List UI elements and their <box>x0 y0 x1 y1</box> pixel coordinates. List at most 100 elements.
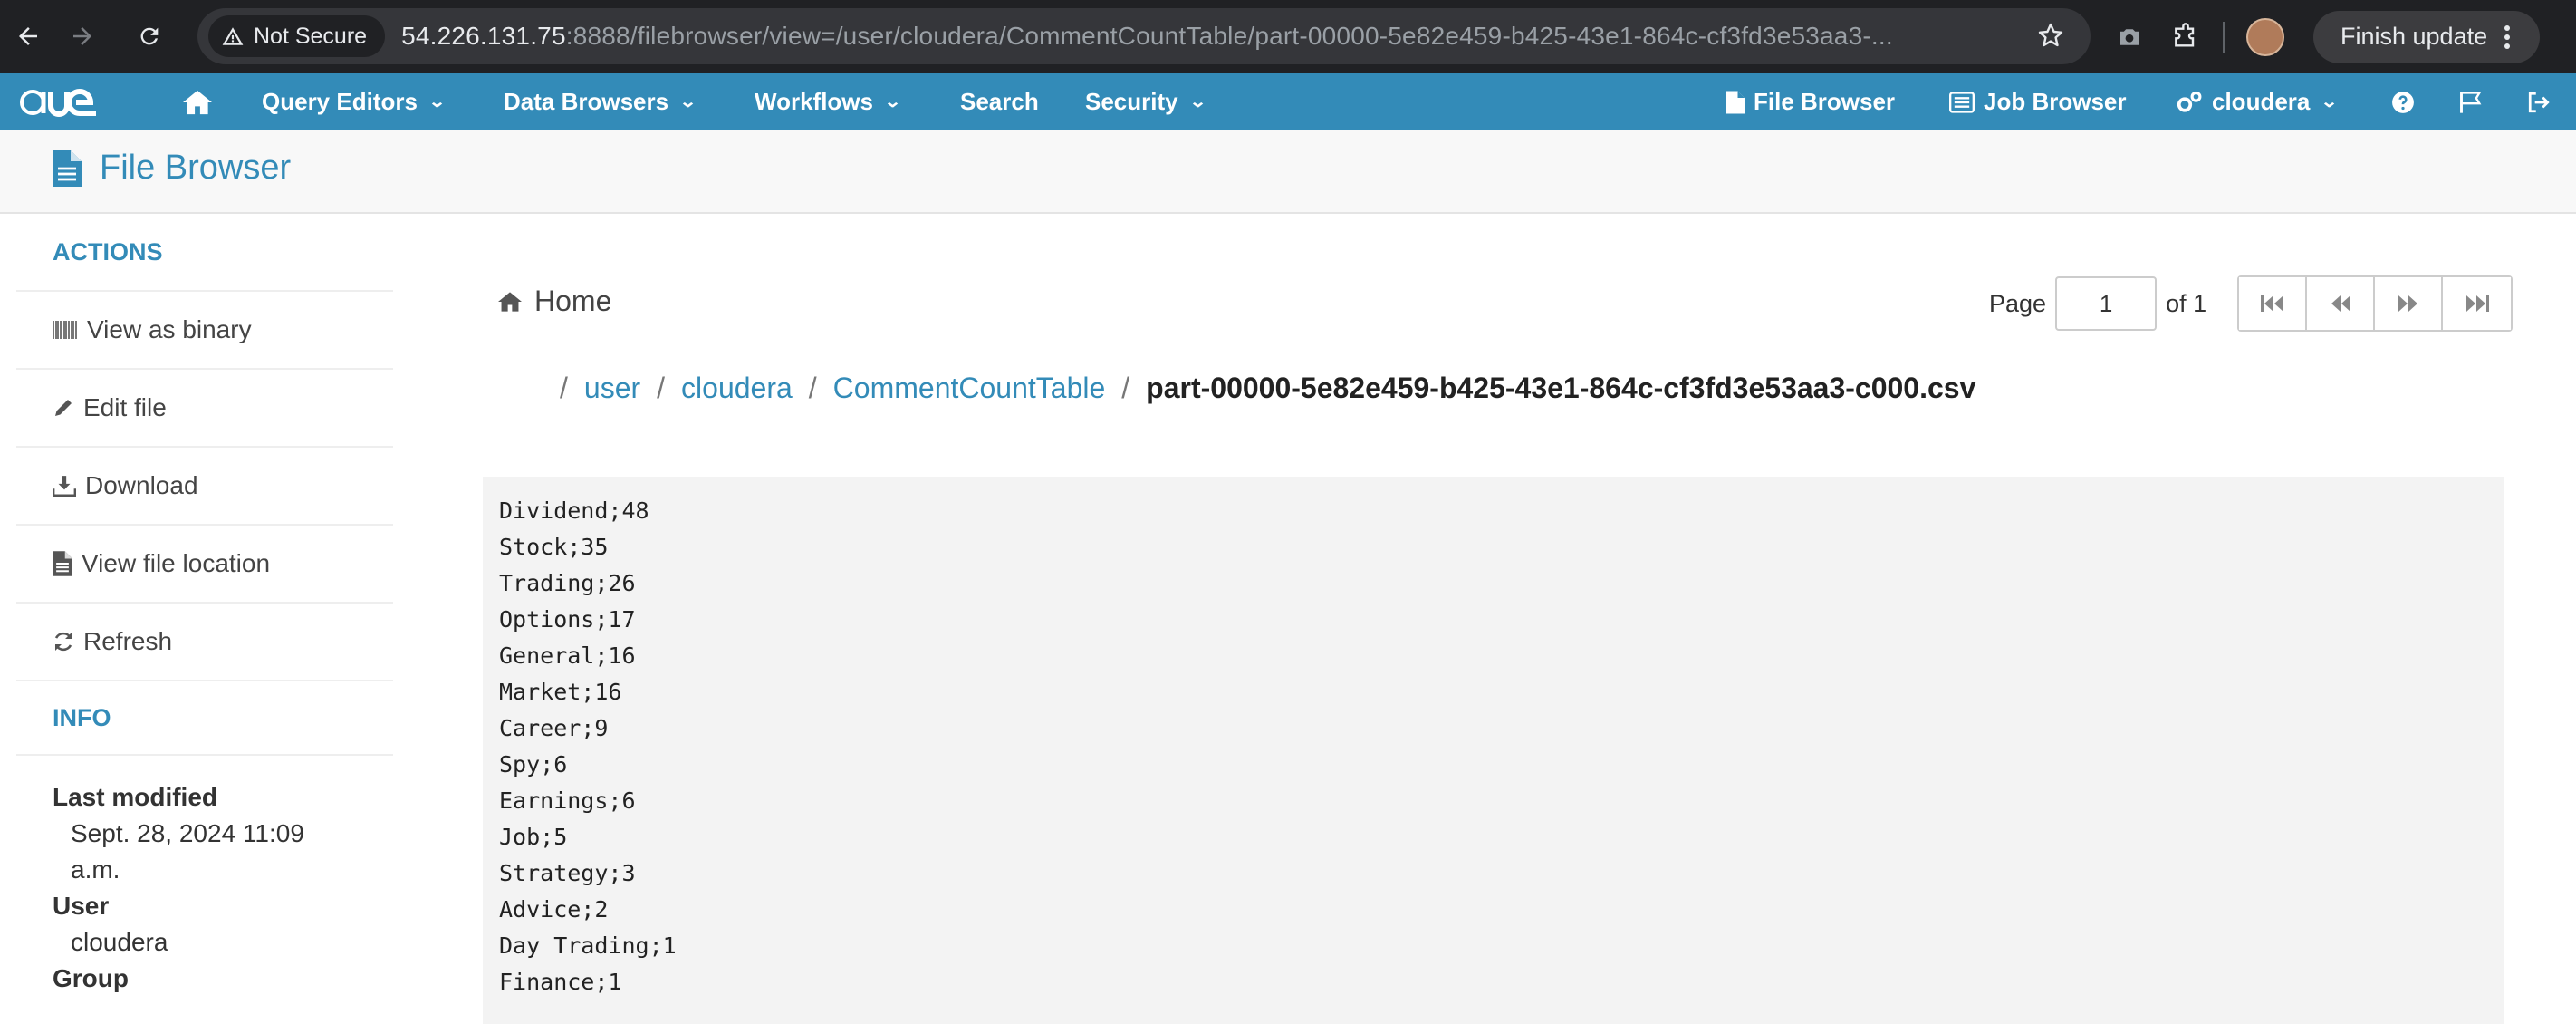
file-line: Day Trading;1 <box>499 932 677 959</box>
file-icon <box>53 551 72 576</box>
file-line: Trading;26 <box>499 570 636 596</box>
page-number-input[interactable] <box>2055 276 2158 331</box>
browser-toolbar: Not Secure 54.226.131.75:8888/filebrowse… <box>0 0 2576 73</box>
download-icon <box>53 476 76 497</box>
sign-out-icon <box>2528 92 2550 112</box>
backward-icon <box>2331 295 2350 312</box>
view-as-binary-action[interactable]: View as binary <box>16 292 393 370</box>
security-label: Not Secure <box>254 23 368 49</box>
menu-workflows[interactable]: Workflows ⌄ <box>755 73 901 130</box>
menu-query-editors[interactable]: Query Editors ⌄ <box>262 73 447 130</box>
cogs-icon <box>2177 91 2202 112</box>
menu-label: Workflows <box>755 88 873 115</box>
hue-logo-icon <box>20 88 96 117</box>
arrow-right-icon <box>73 27 91 45</box>
menu-label: Security <box>1085 88 1178 115</box>
fast-forward-icon <box>2465 295 2489 312</box>
barcode-icon <box>53 321 77 339</box>
last-modified-value: Sept. 28, 2024 11:09 a.m. <box>71 819 304 884</box>
finish-update-label: Finish update <box>2341 23 2488 50</box>
refresh-action[interactable]: Refresh <box>16 604 393 681</box>
file-line: Earnings;6 <box>499 787 636 814</box>
breadcrumb: / user / cloudera / CommentCountTable / … <box>543 372 1975 405</box>
file-line: General;16 <box>499 642 636 669</box>
page-label: Page <box>1989 289 2047 317</box>
logout-button[interactable] <box>2527 73 2551 130</box>
chevron-down-icon: ⌄ <box>428 92 447 111</box>
file-line: Job;5 <box>499 824 568 850</box>
job-browser-label: Job Browser <box>1984 88 2127 115</box>
back-button[interactable] <box>2 10 54 63</box>
download-action[interactable]: Download <box>16 448 393 526</box>
user-value: cloudera <box>71 928 168 956</box>
action-label: Refresh <box>83 627 173 655</box>
profile-avatar[interactable] <box>2246 17 2284 56</box>
bookmark-button[interactable] <box>2036 21 2065 54</box>
page-title-text: File Browser <box>100 149 292 187</box>
security-chip[interactable]: Not Secure <box>208 15 386 57</box>
file-line: Market;16 <box>499 679 622 705</box>
arrow-left-icon <box>19 27 37 45</box>
page-count-label: of 1 <box>2166 289 2207 317</box>
breadcrumb-current-file: part-00000-5e82e459-b425-43e1-864c-cf3fd… <box>1146 372 1976 404</box>
help-icon <box>2392 91 2414 113</box>
camera-extension-button[interactable] <box>2101 9 2158 65</box>
refresh-icon <box>54 632 72 652</box>
reload-icon <box>140 27 159 45</box>
page-title: File Browser <box>53 149 291 188</box>
menu-data-browsers[interactable]: Data Browsers ⌄ <box>504 73 697 130</box>
file-line: Dividend;48 <box>499 498 649 524</box>
actions-heading: ACTIONS <box>16 214 393 292</box>
user-menu[interactable]: cloudera ⌄ <box>2176 73 2339 130</box>
chevron-down-icon: ⌄ <box>1188 92 1206 111</box>
address-bar[interactable]: Not Secure 54.226.131.75:8888/filebrowse… <box>197 8 2091 64</box>
file-line: Spy;6 <box>499 751 568 778</box>
pagination: Page of 1 <box>1989 275 2514 332</box>
action-label: Download <box>85 471 198 499</box>
flag-icon <box>2460 91 2482 113</box>
info-heading: INFO <box>16 681 393 756</box>
prev-page-button[interactable] <box>2307 277 2376 330</box>
job-browser-link[interactable]: Job Browser <box>1949 73 2127 130</box>
breadcrumb-separator: / <box>560 372 568 404</box>
action-label: View file location <box>82 549 271 577</box>
breadcrumb-cloudera[interactable]: cloudera <box>681 372 793 405</box>
breadcrumb-separator: / <box>657 372 666 404</box>
url-text[interactable]: 54.226.131.75:8888/filebrowser/view=/use… <box>401 22 1977 51</box>
file-text-icon <box>53 150 82 187</box>
file-line: Strategy;3 <box>499 860 636 886</box>
toolbar-divider <box>2223 21 2225 53</box>
menu-security[interactable]: Security ⌄ <box>1085 73 1206 130</box>
home-link[interactable]: Home <box>496 285 611 318</box>
menu-label: Query Editors <box>262 88 418 115</box>
chevron-down-icon: ⌄ <box>2321 92 2339 111</box>
breadcrumb-user[interactable]: user <box>584 372 640 405</box>
help-button[interactable] <box>2391 73 2415 130</box>
forward-button[interactable] <box>56 10 109 63</box>
file-content: Dividend;48 Stock;35 Trading;26 Options;… <box>483 477 2504 1024</box>
menu-label: Search <box>960 88 1039 115</box>
finish-update-button[interactable]: Finish update <box>2313 10 2541 63</box>
url-path: :8888/filebrowser/view=/user/cloudera/Co… <box>565 22 1893 50</box>
breadcrumb-separator: / <box>1121 372 1130 404</box>
extensions-button[interactable] <box>2158 9 2214 65</box>
view-file-location-action[interactable]: View file location <box>16 526 393 604</box>
hue-logo[interactable] <box>20 73 125 130</box>
action-label: Edit file <box>83 393 167 421</box>
pencil-icon <box>55 400 72 416</box>
next-page-button[interactable] <box>2375 277 2444 330</box>
last-page-button[interactable] <box>2443 277 2512 330</box>
fast-backward-icon <box>2260 295 2283 312</box>
camera-icon <box>2120 28 2139 45</box>
home-nav-button[interactable] <box>181 73 214 130</box>
file-browser-link[interactable]: File Browser <box>1726 73 1895 130</box>
tour-button[interactable] <box>2458 73 2484 130</box>
edit-file-action[interactable]: Edit file <box>16 370 393 448</box>
first-page-button[interactable] <box>2239 277 2308 330</box>
home-icon <box>183 90 212 114</box>
reload-button[interactable] <box>123 10 176 63</box>
file-info: Last modified Sept. 28, 2024 11:09 a.m. … <box>16 756 393 997</box>
breadcrumb-commentcounttable[interactable]: CommentCountTable <box>833 372 1106 405</box>
menu-search[interactable]: Search <box>960 73 1039 130</box>
action-label: View as binary <box>87 315 252 343</box>
